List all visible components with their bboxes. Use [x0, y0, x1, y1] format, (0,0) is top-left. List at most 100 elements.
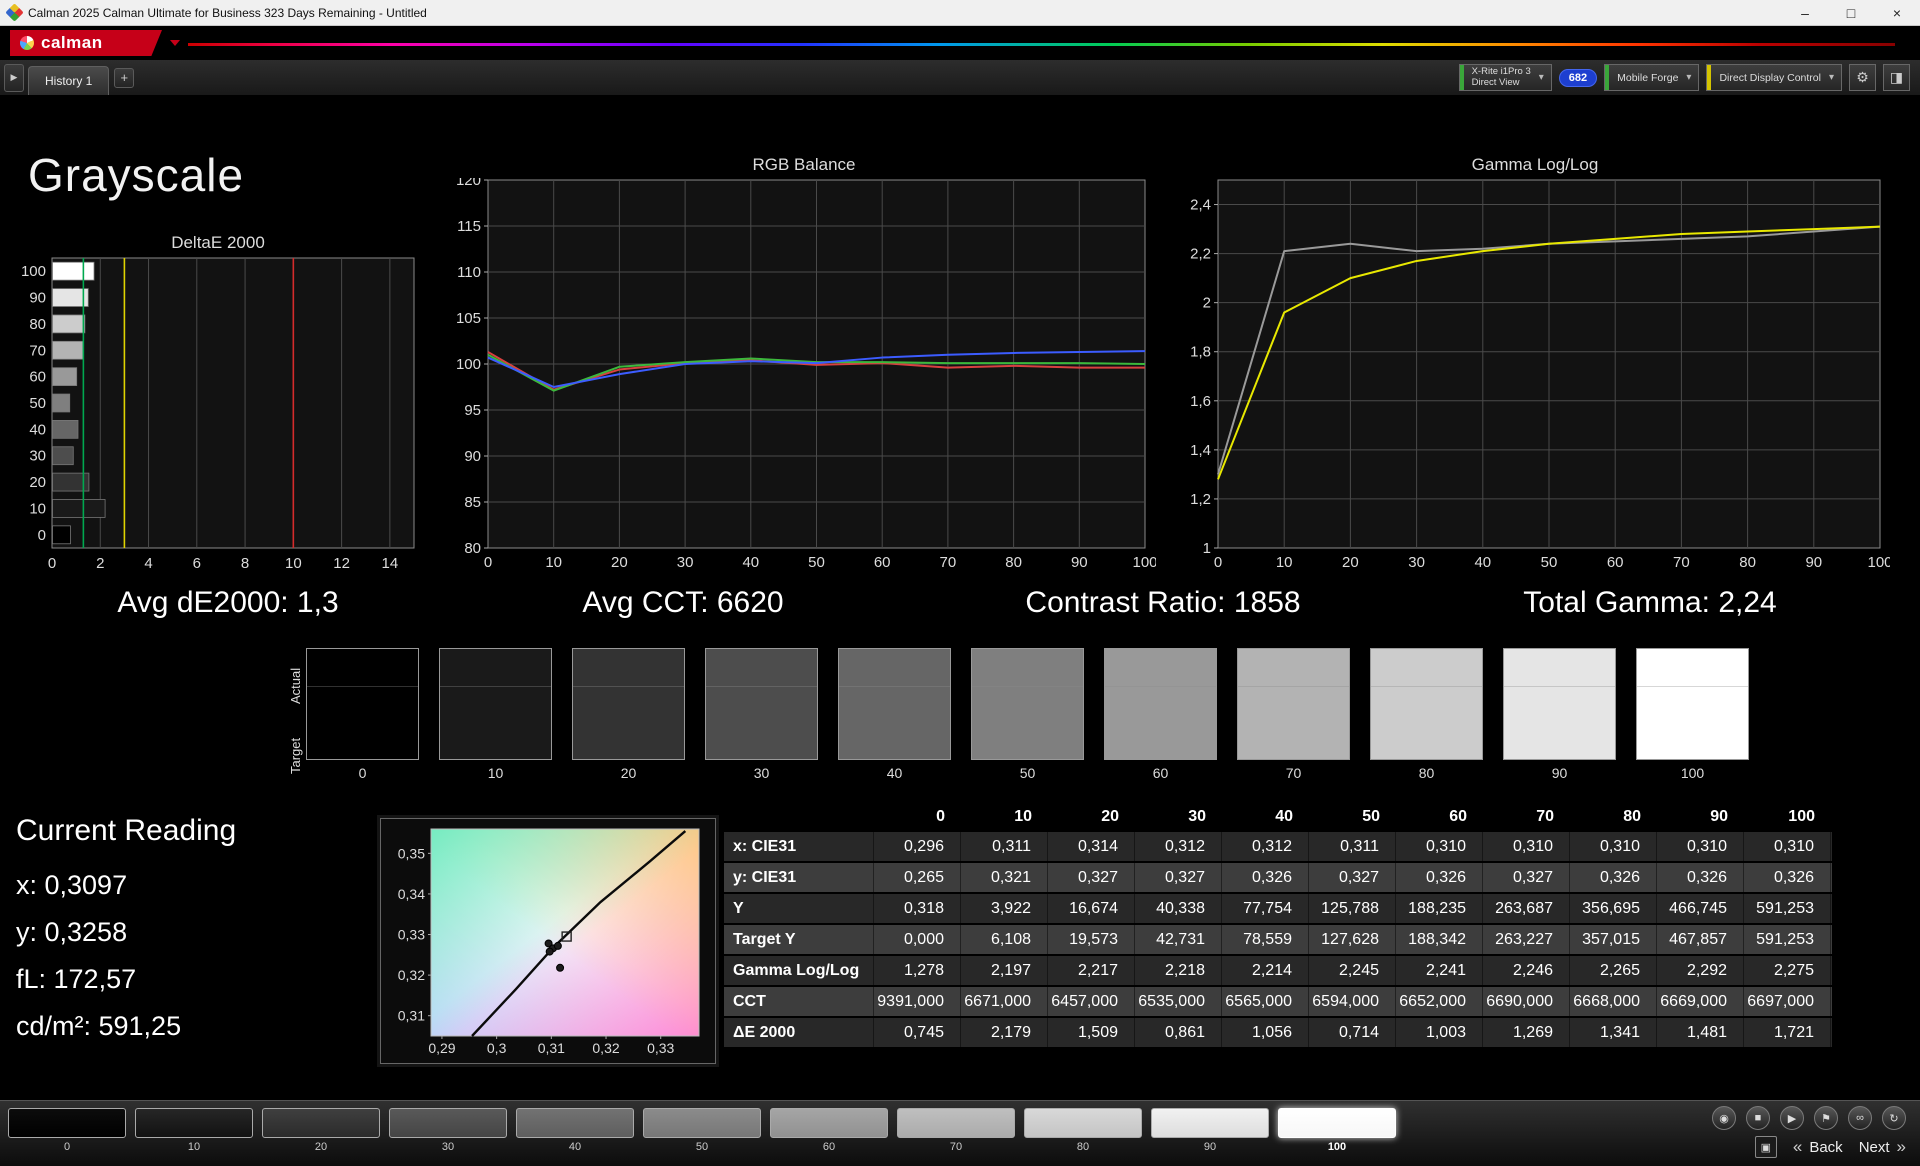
deltae-bar: [53, 526, 71, 544]
table-cell: 6668,000: [1570, 987, 1657, 1016]
logo-menu-caret-icon[interactable]: [170, 40, 180, 46]
back-icon: «: [1793, 1137, 1802, 1157]
settings-gear-button[interactable]: ⚙: [1849, 64, 1876, 91]
meter-count-badge[interactable]: 682: [1559, 69, 1597, 87]
table-cell: 0,318: [874, 894, 961, 923]
calman-logo[interactable]: calman: [10, 30, 162, 56]
stop-button[interactable]: ■: [1746, 1106, 1770, 1130]
axis-tick-label: 1,6: [1190, 393, 1211, 410]
pattern-patch-60[interactable]: 60: [770, 1108, 888, 1153]
axis-tick-label: 85: [464, 494, 481, 511]
add-tab-button[interactable]: +: [114, 68, 134, 88]
actual-target-seam: [573, 686, 684, 687]
grayscale-swatch-column: 50: [971, 648, 1084, 781]
pattern-chip: [8, 1108, 126, 1138]
table-cell: 0,310: [1657, 832, 1744, 861]
pattern-patch-20[interactable]: 20: [262, 1108, 380, 1153]
pattern-patch-0[interactable]: 0: [8, 1108, 126, 1153]
close-button[interactable]: ×: [1874, 0, 1920, 25]
axis-tick-label: 0,32: [592, 1040, 619, 1056]
calman-logo-text: calman: [41, 33, 103, 53]
capture-button[interactable]: ◉: [1712, 1106, 1736, 1130]
table-cell: 2,197: [961, 956, 1048, 985]
table-cell: 6669,000: [1657, 987, 1744, 1016]
maximize-button[interactable]: □: [1828, 0, 1874, 25]
pattern-chip: [1151, 1108, 1269, 1138]
axis-tick-label: 120: [456, 178, 481, 189]
table-cell: 2,292: [1657, 956, 1744, 985]
axis-tick-label: 20: [1342, 554, 1359, 570]
sidebar-toggle-button[interactable]: ▶: [4, 64, 24, 92]
next-button[interactable]: Next »: [1859, 1137, 1906, 1157]
rainbow-divider: [188, 43, 1895, 46]
layout-panel-button[interactable]: ◨: [1883, 64, 1910, 91]
source-select[interactable]: Mobile Forge ▾: [1604, 64, 1699, 91]
table-column-header: 50: [1309, 804, 1396, 830]
table-column-header: 40: [1222, 804, 1309, 830]
pattern-patch-70[interactable]: 70: [897, 1108, 1015, 1153]
actual-row-label: Actual: [288, 668, 303, 704]
grayscale-swatch-10: [439, 648, 552, 760]
pattern-level-label: 60: [770, 1141, 888, 1153]
table-column-header: 70: [1483, 804, 1570, 830]
pattern-window-button[interactable]: ▣: [1755, 1136, 1777, 1158]
axis-tick-label: 80: [29, 316, 46, 333]
measurement-point: [554, 942, 561, 949]
table-header-row: 0102030405060708090100: [724, 804, 1832, 830]
axis-tick-label: 10: [29, 500, 46, 517]
meter-label: X-Rite i1Pro 3 Direct View: [1472, 67, 1531, 89]
pattern-patch-100[interactable]: 100: [1278, 1108, 1396, 1153]
table-row: CCT9391,0006671,0006457,0006535,0006565,…: [724, 987, 1832, 1016]
pattern-level-label: 50: [643, 1141, 761, 1153]
axis-tick-label: 40: [742, 554, 759, 570]
pattern-patch-80[interactable]: 80: [1024, 1108, 1142, 1153]
swatch-level-label: 50: [971, 765, 1084, 781]
table-cell: 78,559: [1222, 925, 1309, 954]
tab-history-1[interactable]: History 1: [28, 66, 109, 95]
axis-tick-label: 30: [1408, 554, 1425, 570]
current-reading-panel: Current Reading x: 0,3097 y: 0,3258 fL: …: [16, 814, 236, 1058]
axis-tick-label: 30: [677, 554, 694, 570]
table-cell: 466,745: [1657, 894, 1744, 923]
play-button[interactable]: ▶: [1780, 1106, 1804, 1130]
minimize-button[interactable]: –: [1782, 0, 1828, 25]
pattern-patch-30[interactable]: 30: [389, 1108, 507, 1153]
axis-tick-label: 90: [1805, 554, 1822, 570]
deltae-chart: DeltaE 2000 1009080706050403020100024681…: [12, 232, 424, 574]
meter-accent-bar: [1460, 65, 1464, 90]
pattern-patch-40[interactable]: 40: [516, 1108, 634, 1153]
continuous-read-button[interactable]: ∞: [1848, 1106, 1872, 1130]
grayscale-swatch-column: 60: [1104, 648, 1217, 781]
axis-tick-label: 0,31: [398, 1008, 425, 1024]
table-cell: 1,269: [1483, 1018, 1570, 1047]
table-cell: 467,857: [1657, 925, 1744, 954]
pattern-chip: [389, 1108, 507, 1138]
swatch-level-label: 0: [306, 765, 419, 781]
pattern-patch-10[interactable]: 10: [135, 1108, 253, 1153]
axis-tick-label: 50: [1541, 554, 1558, 570]
flag-button[interactable]: ⚑: [1814, 1106, 1838, 1130]
source-label: Mobile Forge: [1617, 72, 1678, 84]
axis-tick-label: 10: [1276, 554, 1293, 570]
pattern-patch-90[interactable]: 90: [1151, 1108, 1269, 1153]
display-control-select[interactable]: Direct Display Control ▾: [1706, 64, 1842, 91]
grayscale-swatch-60: [1104, 648, 1217, 760]
measurement-point: [557, 964, 564, 971]
pattern-chip: [1024, 1108, 1142, 1138]
table-cell: 9391,000: [874, 987, 961, 1016]
meter-select[interactable]: X-Rite i1Pro 3 Direct View ▾: [1459, 64, 1552, 91]
grayscale-swatch-column: 0: [306, 648, 419, 781]
pattern-patch-50[interactable]: 50: [643, 1108, 761, 1153]
next-icon: »: [1897, 1137, 1906, 1157]
table-cell: 1,721: [1744, 1018, 1831, 1047]
meter-label-line1: X-Rite i1Pro 3: [1472, 67, 1531, 78]
grayscale-swatch-column: 90: [1503, 648, 1616, 781]
table-row-label: Gamma Log/Log: [724, 956, 874, 985]
refresh-button[interactable]: ↻: [1882, 1106, 1906, 1130]
deltae-bar: [53, 394, 70, 412]
toolbar-right-group: X-Rite i1Pro 3 Direct View ▾ 682 Mobile …: [1459, 64, 1910, 91]
table-row-label: Y: [724, 894, 874, 923]
axis-tick-label: 60: [29, 369, 46, 386]
table-cell: 6690,000: [1483, 987, 1570, 1016]
back-button[interactable]: « Back: [1793, 1137, 1843, 1157]
